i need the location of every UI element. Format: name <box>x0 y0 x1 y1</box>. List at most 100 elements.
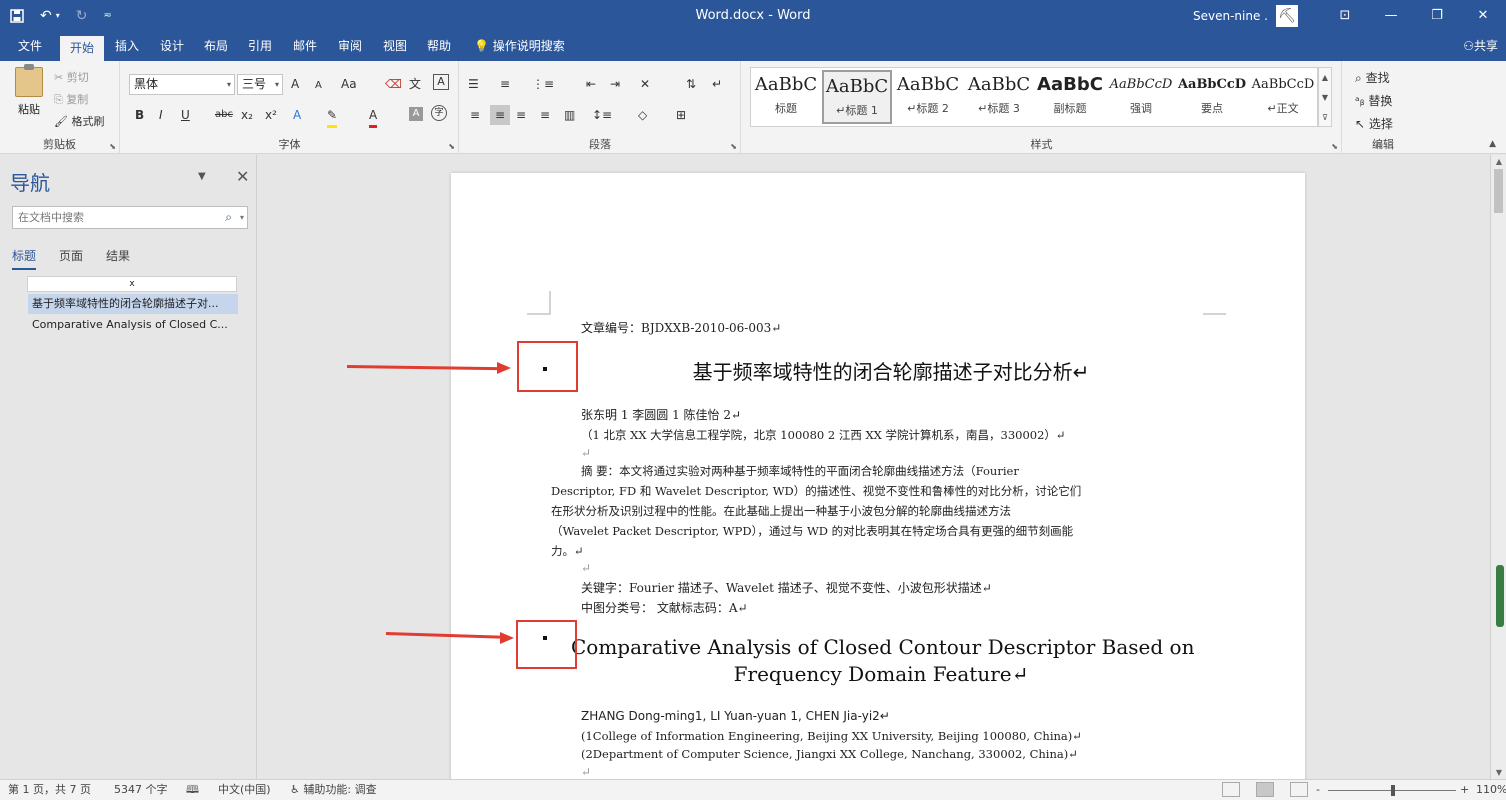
web-layout-icon[interactable] <box>1290 782 1308 797</box>
undo-dropdown-icon[interactable]: ▾ <box>56 0 60 32</box>
italic-button[interactable]: I <box>159 105 163 125</box>
tab-mailings[interactable]: 邮件 <box>283 32 327 61</box>
share-button[interactable]: ⚇共享 <box>1463 32 1498 61</box>
shading-icon[interactable]: ◇ <box>638 105 647 125</box>
sort-icon[interactable]: ⇅ <box>686 74 696 94</box>
font-name-dropdown-icon[interactable]: ▾ <box>227 75 231 94</box>
style-heading-1[interactable]: AaBbC ↵标题 1 <box>822 70 892 124</box>
text-effects-button[interactable]: A <box>293 105 301 125</box>
align-center-icon[interactable]: ≡ <box>490 105 510 125</box>
tab-file[interactable]: 文件 <box>8 32 52 61</box>
styles-launcher-icon[interactable]: ⬊ <box>1331 142 1338 151</box>
replace-button[interactable]: ᵃᵦ 替换 <box>1355 92 1392 109</box>
underline-button[interactable]: U <box>181 105 190 125</box>
select-button[interactable]: ↖ 选择 <box>1355 115 1393 132</box>
user-name[interactable]: Seven-nine . <box>1193 9 1268 23</box>
page-count[interactable]: 第 1 页，共 7 页 <box>8 780 91 800</box>
nav-heading-item[interactable]: Comparative Analysis of Closed C... <box>28 315 238 335</box>
line-spacing-icon[interactable]: ↕≡ <box>592 105 612 125</box>
user-avatar[interactable]: ⛏ <box>1276 5 1298 27</box>
tab-layout[interactable]: 布局 <box>194 32 238 61</box>
find-button[interactable]: ⌕ 查找 <box>1355 69 1390 86</box>
superscript-button[interactable]: x² <box>265 105 277 125</box>
style-heading-3[interactable]: AaBbC ↵标题 3 <box>964 70 1034 124</box>
font-size-combo[interactable]: 三号 ▾ <box>237 74 283 95</box>
style-subtitle[interactable]: AaBbC 副标题 <box>1035 70 1105 124</box>
customize-qat-icon[interactable]: ≂ <box>103 0 111 32</box>
pinyin-guide-button[interactable]: 文 <box>409 74 421 94</box>
bullets-icon[interactable]: ☰ <box>468 74 479 94</box>
font-color-button[interactable]: A <box>369 105 378 128</box>
close-icon[interactable]: ✕ <box>236 167 249 186</box>
borders-icon[interactable]: ⊞ <box>676 105 686 125</box>
style-title[interactable]: AaBbC 标题 <box>751 70 821 124</box>
font-launcher-icon[interactable]: ⬊ <box>448 142 455 151</box>
paragraph-launcher-icon[interactable]: ⬊ <box>730 142 737 151</box>
ribbon-display-options-icon[interactable]: ⊡ <box>1322 0 1368 32</box>
redo-icon[interactable]: ↻ <box>76 0 88 32</box>
decrease-indent-icon[interactable]: ⇤ <box>586 74 596 94</box>
search-icon[interactable]: ⌕ <box>225 207 232 228</box>
chevron-up-icon[interactable]: ▲ <box>1319 68 1331 88</box>
scroll-thumb[interactable] <box>1494 169 1503 213</box>
nav-heading-empty[interactable]: x <box>27 276 237 292</box>
save-icon[interactable] <box>10 9 24 23</box>
nav-tab-pages[interactable]: 页面 <box>59 247 83 264</box>
tell-me-search[interactable]: 💡 操作说明搜索 <box>474 32 565 61</box>
shrink-font-button[interactable]: A <box>315 76 322 96</box>
scroll-up-icon[interactable]: ▲ <box>1491 157 1506 166</box>
more-styles-icon[interactable]: ⊽ <box>1319 108 1331 128</box>
font-size-dropdown-icon[interactable]: ▾ <box>275 75 279 94</box>
style-normal[interactable]: AaBbCcD ↵正文 <box>1248 70 1318 124</box>
tab-review[interactable]: 审阅 <box>328 32 372 61</box>
copy-button[interactable]: ⎘ 复制 <box>54 91 88 107</box>
character-shading-button[interactable]: A <box>409 107 423 121</box>
style-heading-2[interactable]: AaBbC ↵标题 2 <box>893 70 963 124</box>
tab-view[interactable]: 视图 <box>373 32 417 61</box>
paste-button[interactable]: 粘贴 <box>8 64 50 117</box>
multilevel-list-icon[interactable]: ⋮≡ <box>532 74 554 94</box>
grow-font-button[interactable]: A <box>291 74 299 94</box>
tab-insert[interactable]: 插入 <box>105 32 149 61</box>
styles-scroll[interactable]: ▲ ▼ ⊽ <box>1318 67 1332 127</box>
character-border-button[interactable]: A <box>433 74 449 90</box>
justify-icon[interactable]: ≡ <box>540 105 550 125</box>
cut-button[interactable]: ✂ 剪切 <box>54 69 89 85</box>
proofing-icon[interactable]: 🕮 <box>186 780 199 800</box>
close-window-icon[interactable]: ✕ <box>1460 0 1506 32</box>
highlight-button[interactable]: ✎ <box>327 105 338 128</box>
bold-button[interactable]: B <box>135 105 144 125</box>
side-panel-grip[interactable] <box>1496 565 1504 627</box>
print-layout-icon[interactable] <box>1256 782 1274 797</box>
scroll-down-icon[interactable]: ▼ <box>1491 768 1506 777</box>
accessibility-status[interactable]: ♿ 辅助功能: 调查 <box>290 780 377 800</box>
search-dropdown-icon[interactable]: ▾ <box>240 207 244 228</box>
chinese-layout-icon[interactable]: ✕ <box>640 74 650 94</box>
clear-formatting-icon[interactable]: ⌫ <box>385 74 402 94</box>
nav-options-dropdown-icon[interactable]: ▼ <box>198 171 206 182</box>
zoom-level[interactable]: 110% <box>1476 780 1506 800</box>
language[interactable]: 中文(中国) <box>218 780 271 800</box>
minimize-icon[interactable]: — <box>1368 0 1414 32</box>
undo-icon[interactable]: ↶ <box>40 0 52 32</box>
format-painter-button[interactable]: 🖌 格式刷 <box>54 113 104 129</box>
strikethrough-button[interactable]: abc <box>215 105 233 125</box>
vertical-scrollbar[interactable]: ▲ ▼ <box>1490 155 1506 779</box>
tab-design[interactable]: 设计 <box>150 32 194 61</box>
nav-search-input[interactable]: 在文档中搜索 ⌕ ▾ <box>12 206 248 229</box>
zoom-out-button[interactable]: - <box>1316 780 1320 800</box>
tab-help[interactable]: 帮助 <box>417 32 461 61</box>
word-count[interactable]: 5347 个字 <box>114 780 168 800</box>
tab-references[interactable]: 引用 <box>238 32 282 61</box>
chevron-down-icon[interactable]: ▼ <box>1319 88 1331 108</box>
nav-heading-item[interactable]: 基于频率域特性的闭合轮廓描述子对... <box>28 294 238 314</box>
read-mode-icon[interactable] <box>1222 782 1240 797</box>
increase-indent-icon[interactable]: ⇥ <box>610 74 620 94</box>
style-emphasis[interactable]: AaBbCcD 强调 <box>1106 70 1176 124</box>
document-page[interactable]: 文章编号：BJDXXB-2010-06-003↵ 基于频率域特性的闭合轮廓描述子… <box>451 173 1305 779</box>
nav-tab-headings[interactable]: 标题 <box>12 247 37 270</box>
font-name-combo[interactable]: 黑体 ▾ <box>129 74 235 95</box>
align-right-icon[interactable]: ≡ <box>516 105 526 125</box>
change-case-button[interactable]: Aa <box>341 74 357 94</box>
align-left-icon[interactable]: ≡ <box>470 105 480 125</box>
